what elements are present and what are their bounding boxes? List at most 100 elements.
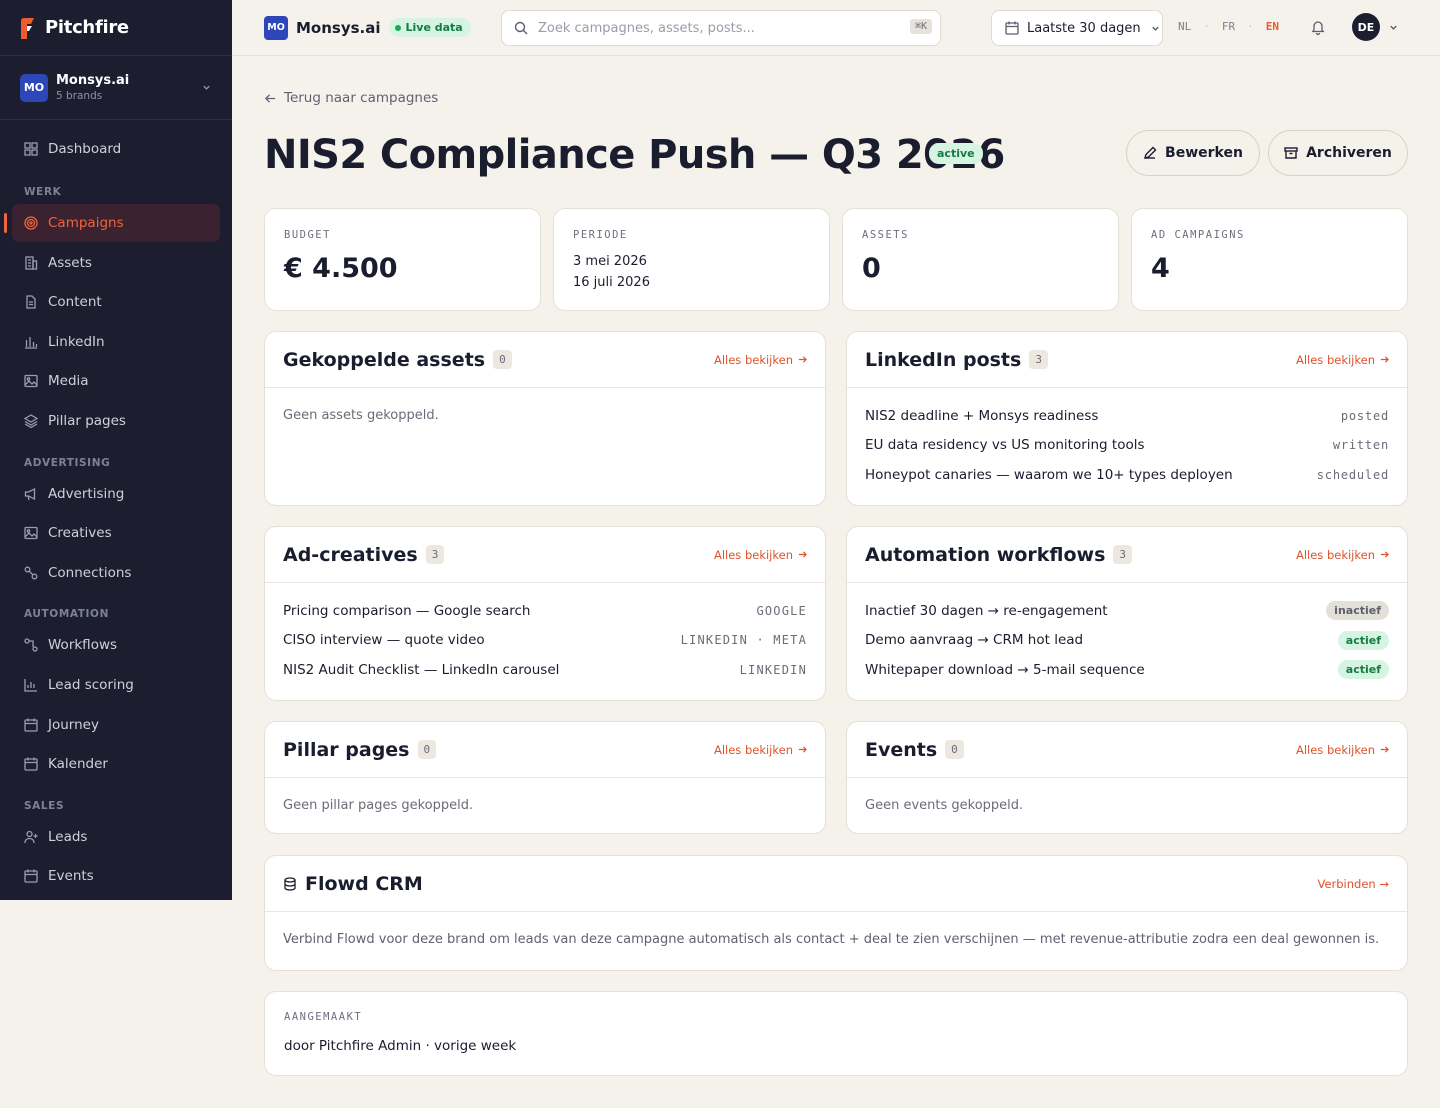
lang-nl[interactable]: NL [1178,20,1191,33]
list-item[interactable]: NIS2 Audit Checklist — LinkedIn carousel… [283,655,807,685]
panel-linkedin-posts: LinkedIn posts 3 Alles bekijken NIS2 dea… [846,331,1408,506]
sidebar-item-kalender[interactable]: Kalender [12,745,220,783]
sidebar-item-lead-scoring[interactable]: Lead scoring [12,666,220,704]
section-label-sales: SALES [24,799,65,812]
workflow-status-badge: actief [1337,660,1389,680]
panel-count: 3 [1029,350,1048,369]
see-all-label: Alles bekijken [713,742,793,757]
archive-icon [1284,147,1298,159]
created-text: door Pitchfire Admin · vorige week [284,1038,517,1054]
see-all-link[interactable]: Alles bekijken [714,353,807,367]
panel-created: AANGEMAAKT door Pitchfire Admin · vorige… [264,991,1408,1076]
stat-value: 0 [862,253,881,284]
sidebar-item-label: Events [48,868,94,885]
sidebar-item-content[interactable]: Content [12,283,220,321]
period-end: 16 juli 2026 [573,275,650,290]
link-icon [24,566,38,580]
see-all-label: Alles bekijken [713,547,793,562]
sidebar-item-linkedin[interactable]: LinkedIn [12,323,220,361]
sidebar-item-advertising[interactable]: Advertising [12,475,220,513]
bell-icon[interactable] [1310,19,1326,35]
item-title: Pricing comparison — Google search [283,602,531,619]
document-icon [26,295,36,309]
brand-name[interactable]: Monsys.ai [296,19,381,37]
item-channel: GOOGLE [756,603,807,618]
item-title: Inactief 30 dagen → re-engagement [865,602,1108,619]
arrow-right-icon [1380,356,1389,363]
item-status: written [1332,438,1389,453]
topbar: MO Monsys.ai Live data ⌘K Laatste 30 dag… [232,0,1440,56]
list-item[interactable]: Inactief 30 dagen → re-engagement inactie… [865,596,1389,626]
sidebar-item-label: Creatives [48,525,112,542]
item-title: EU data residency vs US monitoring tools [865,437,1145,454]
sidebar-item-label: Connections [48,564,132,581]
sidebar-item-connections[interactable]: Connections [12,554,220,592]
image-icon [24,375,38,388]
see-all-label: Alles bekijken [713,352,793,367]
sidebar-item-campaigns[interactable]: Campaigns [4,204,220,242]
section-label-advertising: ADVERTISING [24,456,111,469]
list-item[interactable]: CISO interview — quote video LINKEDIN · M… [283,626,807,656]
sidebar-item-workflows[interactable]: Workflows [12,626,220,664]
search-box[interactable]: ⌘K [501,10,941,46]
bar-chart-icon [25,336,38,349]
sidebar-item-label: Kalender [48,756,108,773]
image-icon [24,527,38,540]
archive-button-label: Archiveren [1306,145,1392,161]
list-item[interactable]: Demo aanvraag → CRM hot lead actief [865,626,1389,656]
list-item[interactable]: Honeypot canaries — waarom we 10+ types … [865,460,1389,490]
panel-automation-workflows: Automation workflows 3 Alles bekijken In… [846,526,1408,701]
see-all-link[interactable]: Alles bekijken [714,743,807,757]
back-link[interactable]: Terug naar campagnes [264,90,438,106]
panel-ad-creatives: Ad-creatives 3 Alles bekijken Pricing co… [264,526,826,701]
sidebar-item-label: Assets [48,254,92,271]
brand-avatar[interactable]: MO [264,15,288,40]
lang-fr[interactable]: FR [1222,20,1235,33]
panel-count: 0 [945,740,964,759]
sidebar-item-leads[interactable]: Leads [12,818,220,856]
list-item[interactable]: NIS2 deadline + Monsys readiness posted [865,401,1389,431]
chevron-down-icon [1151,26,1159,31]
section-label-werk: WERK [24,186,62,198]
list-item[interactable]: Whitepaper download → 5-mail sequence act… [865,655,1389,685]
edit-button[interactable]: Bewerken [1126,130,1260,176]
stat-label: ASSETS [862,229,909,241]
search-input[interactable] [538,20,878,36]
sidebar-item-events[interactable]: Events [12,857,220,895]
building-icon [25,255,38,270]
connect-link[interactable]: Verbinden → [1317,877,1389,891]
see-all-link[interactable]: Alles bekijken [1296,743,1389,757]
sidebar-item-creatives[interactable]: Creatives [12,514,220,552]
see-all-link[interactable]: Alles bekijken [1296,548,1389,562]
stat-value: € 4.500 [284,253,398,284]
bar-chart-icon [24,678,37,692]
user-avatar[interactable]: DE [1352,13,1380,41]
panel-count: 0 [417,740,437,759]
list-item[interactable]: EU data residency vs US monitoring tools… [865,431,1389,461]
chevron-down-icon[interactable] [1388,22,1399,33]
sidebar-item-journey[interactable]: Journey [12,706,220,744]
panel-count: 3 [425,545,445,564]
sidebar-item-dashboard[interactable]: Dashboard [12,130,220,168]
crm-description: Verbind Flowd voor deze brand om leads v… [283,932,1380,947]
created-label: AANGEMAAKT [284,1011,363,1023]
org-switcher[interactable]: MO Monsys.ai 5 brands [0,56,232,120]
sidebar-item-media[interactable]: Media [12,362,220,400]
archive-button[interactable]: Archiveren [1268,130,1408,176]
empty-state: Geen events gekoppeld. [865,798,1024,813]
sidebar-item-assets[interactable]: Assets [12,244,220,282]
list-item[interactable]: Pricing comparison — Google search GOOGLE [283,596,807,626]
arrow-left-icon [264,93,276,103]
arrow-right-icon [798,356,807,363]
see-all-link[interactable]: Alles bekijken [714,548,807,562]
arrow-right-icon [1380,746,1389,753]
app-name: Pitchfire [45,17,129,38]
app-logo[interactable]: Pitchfire [0,0,232,56]
target-icon [24,216,38,230]
see-all-link[interactable]: Alles bekijken [1296,353,1389,367]
sidebar-item-pillar-pages[interactable]: Pillar pages [12,402,220,440]
date-range-select[interactable]: Laatste 30 dagen [991,10,1163,46]
megaphone-icon [24,487,36,500]
lang-en[interactable]: EN [1266,20,1279,33]
calendar-icon [24,757,38,771]
